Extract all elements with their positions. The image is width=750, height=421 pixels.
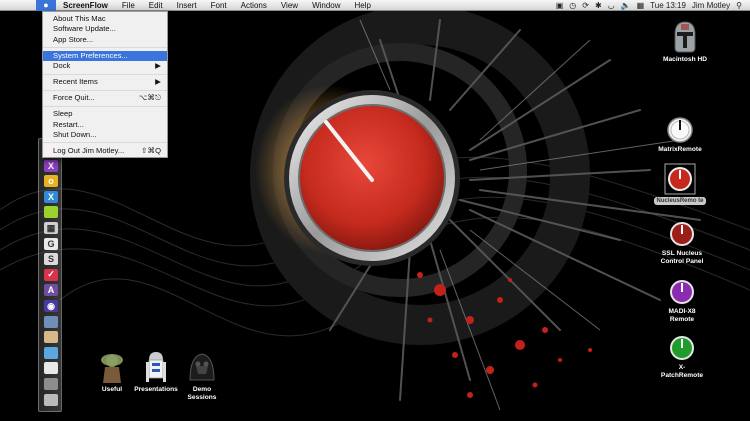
menu-item-restart[interactable]: Restart...	[43, 120, 167, 130]
menu-item-dock[interactable]: Dock ▶	[43, 61, 167, 71]
desktop-icon-demo-sessions[interactable]: Demo Sessions	[182, 350, 222, 402]
dock-app-circle-icon[interactable]: ◉	[44, 300, 58, 312]
r2d2-figure-icon	[146, 352, 166, 382]
menu-item-sleep[interactable]: Sleep	[43, 109, 167, 119]
volume-icon[interactable]: 🔈	[621, 0, 631, 11]
green-knob-icon	[670, 336, 694, 360]
menu-item-recent-items[interactable]: Recent Items ▶	[43, 77, 167, 87]
desktop-icon-macintosh-hd[interactable]: Macintosh HD	[655, 20, 715, 64]
screenflow-record-icon[interactable]: ▣	[556, 0, 564, 11]
menu-item-software-update[interactable]: Software Update...	[43, 24, 167, 34]
desktop-icon-x-patchremote[interactable]: X- PatchRemote	[650, 334, 714, 380]
menu-separator	[43, 73, 167, 75]
menu-font[interactable]: Font	[204, 0, 234, 11]
menu-item-log-out[interactable]: Log Out Jim Motley... ⇧⌘Q	[43, 146, 167, 156]
desktop-icon-label-line2: PatchRemote	[660, 372, 704, 379]
menu-actions[interactable]: Actions	[234, 0, 274, 11]
yoda-figure-icon	[101, 354, 123, 383]
desktop-icon-nucleusremote[interactable]: NucleusRemo te	[650, 163, 710, 205]
clock[interactable]: Tue 13:19	[650, 0, 686, 11]
dock-app-a-icon[interactable]: A	[44, 284, 58, 297]
desktop-icon-madi-x8-remote[interactable]: MADI-X8 Remote	[650, 278, 714, 324]
menu-insert[interactable]: Insert	[170, 0, 204, 11]
menu-item-force-quit[interactable]: Force Quit... ⌥⌘⎋	[43, 93, 167, 103]
desktop-icon-presentations[interactable]: Presentations	[128, 350, 184, 394]
menu-window[interactable]: Window	[305, 0, 347, 11]
input-menu-icon[interactable]: ▦	[637, 0, 645, 11]
menu-item-shut-down[interactable]: Shut Down...	[43, 130, 167, 140]
desktop: ● ScreenFlow File Edit Insert Font Actio…	[0, 0, 750, 421]
menu-item-system-preferences[interactable]: System Preferences...	[43, 50, 167, 61]
desktop-icon-label: Useful	[101, 386, 123, 393]
desktop-icon-label: SSL Nucleus	[661, 250, 703, 257]
dock-screen-icon[interactable]	[44, 378, 58, 390]
apple-menu-icon[interactable]: ●	[36, 0, 56, 11]
menu-separator	[43, 105, 167, 107]
desktop-icon-label: MADI-X8	[668, 308, 696, 315]
dock-trash-icon[interactable]	[44, 393, 58, 406]
status-bar: ▣ ◷ ⟳ ✱ ◡ 🔈 ▦ Tue 13:19 Jim Motley ⚲	[556, 0, 742, 11]
boba-fett-helmet-icon	[674, 21, 696, 53]
dock-app-photo-icon[interactable]	[44, 315, 58, 328]
dock-app-red-check-icon[interactable]: ✓	[44, 268, 58, 281]
dock: Xo X ▦ G S ✓ A ◉	[38, 138, 62, 412]
submenu-arrow-icon: ▶	[155, 77, 161, 87]
wifi-icon[interactable]: ◡	[608, 0, 615, 11]
darth-vader-helmet-icon	[189, 353, 215, 381]
dock-app-blue-x-icon[interactable]: X	[44, 190, 58, 203]
menu-separator	[43, 89, 167, 91]
menu-separator	[43, 142, 167, 144]
dock-app-scroll-icon[interactable]	[44, 331, 58, 344]
shortcut-log-out: ⇧⌘Q	[141, 145, 161, 155]
menu-bar: ● ScreenFlow File Edit Insert Font Actio…	[0, 0, 750, 11]
time-machine-icon[interactable]: ◷	[569, 0, 576, 11]
dock-document-icon[interactable]	[44, 362, 58, 375]
user-name[interactable]: Jim Motley	[692, 0, 730, 11]
menu-separator	[43, 47, 167, 49]
menu-view[interactable]: View	[274, 0, 305, 11]
desktop-icon-label: Macintosh HD	[663, 56, 707, 63]
dock-app-lime-icon[interactable]	[44, 206, 58, 219]
dock-app-g-icon[interactable]: G	[44, 237, 58, 250]
dark-red-knob-icon	[670, 222, 694, 246]
dock-app-yellow-icon[interactable]: o	[44, 175, 58, 188]
bluetooth-icon[interactable]: ✱	[595, 0, 602, 11]
shortcut-force-quit: ⌥⌘⎋	[138, 93, 161, 103]
desktop-icon-label: Demo	[192, 386, 212, 393]
desktop-icon-label-line2: Control Panel	[660, 258, 704, 265]
white-knob-icon	[667, 117, 693, 143]
sync-icon[interactable]: ⟳	[582, 0, 589, 11]
dock-folder-icon[interactable]	[44, 346, 58, 359]
menu-item-app-store[interactable]: App Store...	[43, 35, 167, 45]
menu-edit[interactable]: Edit	[142, 0, 170, 11]
purple-knob-icon	[670, 280, 694, 304]
desktop-icon-matrixremote[interactable]: MatrixRemote	[650, 116, 710, 154]
red-knob-icon	[664, 163, 696, 195]
dock-app-s-icon[interactable]: S	[44, 253, 58, 266]
desktop-icon-label: Presentations	[134, 386, 178, 393]
desktop-icon-label-selected: NucleusRemo te	[654, 197, 706, 205]
dock-app-grid-icon[interactable]: ▦	[44, 222, 58, 234]
spotlight-icon[interactable]: ⚲	[736, 0, 742, 11]
menu-file[interactable]: File	[115, 0, 142, 11]
dock-app-purple-x-icon[interactable]: X	[44, 159, 58, 172]
desktop-icon-label: X-	[678, 364, 686, 371]
desktop-icon-label: MatrixRemote	[658, 146, 702, 153]
desktop-icon-useful[interactable]: Useful	[92, 350, 132, 394]
menu-app-name[interactable]: ScreenFlow	[56, 0, 115, 11]
desktop-icon-label-line2: Remote	[669, 316, 695, 323]
menu-item-about[interactable]: About This Mac	[43, 14, 167, 24]
submenu-arrow-icon: ▶	[155, 60, 161, 70]
desktop-icon-ssl-nucleus-control-panel[interactable]: SSL Nucleus Control Panel	[650, 220, 714, 266]
menu-help[interactable]: Help	[348, 0, 378, 11]
desktop-icon-label-line2: Sessions	[187, 394, 217, 401]
apple-menu-dropdown: About This Mac Software Update... App St…	[42, 11, 168, 158]
